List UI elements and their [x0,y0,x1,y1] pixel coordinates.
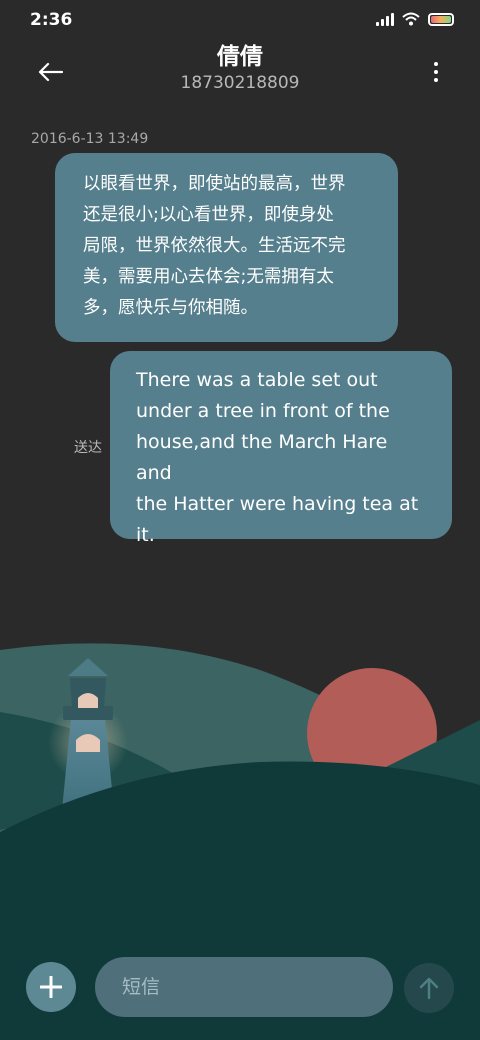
send-button[interactable] [404,963,454,1013]
message-line: 还是很小;以心看世界，即使身处 [83,205,334,225]
message-timestamp: 2016-6-13 13:49 [31,131,149,147]
message-line: There was a table set out [136,369,378,391]
contact-number: 18730218809 [180,73,300,93]
outgoing-message-bubble[interactable]: There was a table set out under a tree i… [110,351,452,546]
add-attachment-button[interactable] [26,962,76,1012]
message-line: 以眼看世界，即使站的最高，世界 [83,174,346,194]
battery-icon [428,12,454,26]
message-composer [0,950,480,1030]
status-icons [376,12,454,26]
message-line: it. [136,524,155,546]
arrow-up-icon [419,977,439,1000]
delivery-status: 送达 [74,440,102,456]
more-vertical-icon [434,62,438,66]
message-line: under a tree in front of the [136,400,390,422]
contact-title: 倩倩 18730218809 [0,40,480,94]
wifi-icon [402,12,420,26]
message-line: 美，需要用心去体会;无需拥有太 [83,267,334,287]
plus-icon [40,976,62,998]
conversation-header: 倩倩 18730218809 [0,40,480,104]
message-line: the Hatter were having tea at [136,493,419,515]
message-line: 多，愿快乐与你相随。 [83,298,258,318]
message-line: house,and the March Hare and [136,431,388,484]
message-line: 局限，世界依然很大。生活远不完 [83,236,346,256]
status-bar: 2:36 [0,0,480,40]
more-options-button[interactable] [428,54,444,90]
signal-icon [376,12,394,26]
incoming-message-bubble[interactable]: 以眼看世界，即使站的最高，世界 还是很小;以心看世界，即使身处 局限，世界依然很… [55,153,398,342]
message-input[interactable] [95,957,393,1017]
contact-name: 倩倩 [217,44,263,70]
status-time: 2:36 [30,10,73,30]
